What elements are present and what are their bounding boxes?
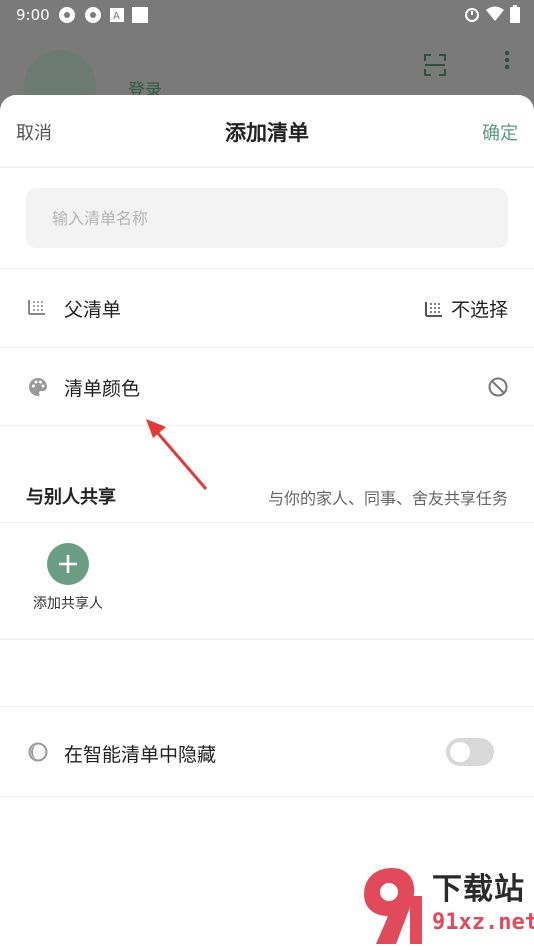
add-sharer-button[interactable]	[47, 543, 89, 585]
watermark-text: 下载站	[432, 872, 525, 907]
alarm-icon	[465, 8, 479, 22]
divider	[0, 796, 534, 797]
divider	[0, 522, 534, 523]
no-color-icon	[488, 377, 508, 397]
status-time: 9:00	[16, 6, 50, 24]
wifi-icon	[486, 6, 504, 21]
parent-list-label: 父清单	[64, 299, 122, 321]
battery-icon	[510, 5, 520, 23]
notification-square-icon	[132, 7, 148, 23]
status-system-icons	[464, 5, 520, 23]
notification-app-icon	[59, 7, 75, 23]
list-color-label: 清单颜色	[64, 378, 141, 400]
parent-list-row[interactable]: 父清单 不选择	[0, 269, 534, 347]
moon-icon	[28, 742, 48, 762]
svg-text:A: A	[113, 11, 120, 22]
hide-in-smart-list-toggle[interactable]	[446, 738, 494, 766]
hide-in-smart-list-label: 在智能清单中隐藏	[64, 744, 217, 766]
parent-list-icon	[28, 300, 45, 315]
parent-list-value-text: 不选择	[450, 299, 508, 321]
divider	[0, 639, 534, 640]
list-name-input[interactable]	[26, 188, 508, 248]
confirm-button[interactable]: 确定	[482, 119, 518, 145]
share-section-title: 与别人共享	[26, 487, 116, 508]
more-vert-icon	[504, 50, 510, 70]
notification-a-icon: A	[110, 8, 124, 22]
parent-list-icon	[424, 301, 442, 317]
hide-in-smart-list-row[interactable]: 在智能清单中隐藏	[0, 707, 534, 797]
watermark-url: 91xz.net	[432, 910, 534, 935]
annotation-arrow	[146, 419, 208, 490]
parent-list-value: 不选择	[424, 295, 508, 322]
notification-app-icon	[85, 7, 101, 23]
toggle-knob	[450, 742, 470, 762]
scan-icon	[424, 54, 446, 76]
status-notification-icons: A	[58, 6, 148, 24]
add-list-sheet: 取消 添加清单 确定 父清单 不选择 清单颜色	[0, 95, 534, 950]
add-sharer-label: 添加共享人	[33, 596, 103, 612]
palette-icon	[29, 378, 47, 396]
watermark-logo-icon	[364, 868, 422, 944]
list-color-row[interactable]: 清单颜色	[0, 348, 534, 426]
sheet-header: 取消 添加清单 确定	[0, 95, 534, 168]
divider	[0, 425, 534, 426]
sheet-title: 添加清单	[225, 121, 309, 145]
status-bar: 9:00 A	[0, 0, 534, 30]
watermark: 下载站 91xz.net	[362, 860, 534, 950]
plus-icon	[59, 555, 77, 573]
share-section-hint: 与你的家人、同事、舍友共享任务	[267, 489, 508, 508]
